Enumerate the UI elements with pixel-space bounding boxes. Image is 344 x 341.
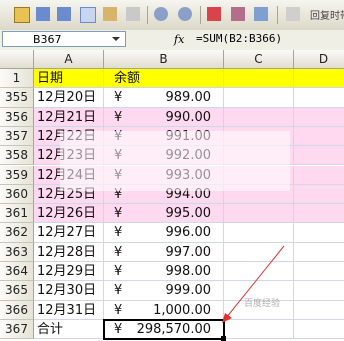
watermark: 百度经验	[244, 299, 281, 309]
annotation-arrow	[222, 245, 285, 323]
